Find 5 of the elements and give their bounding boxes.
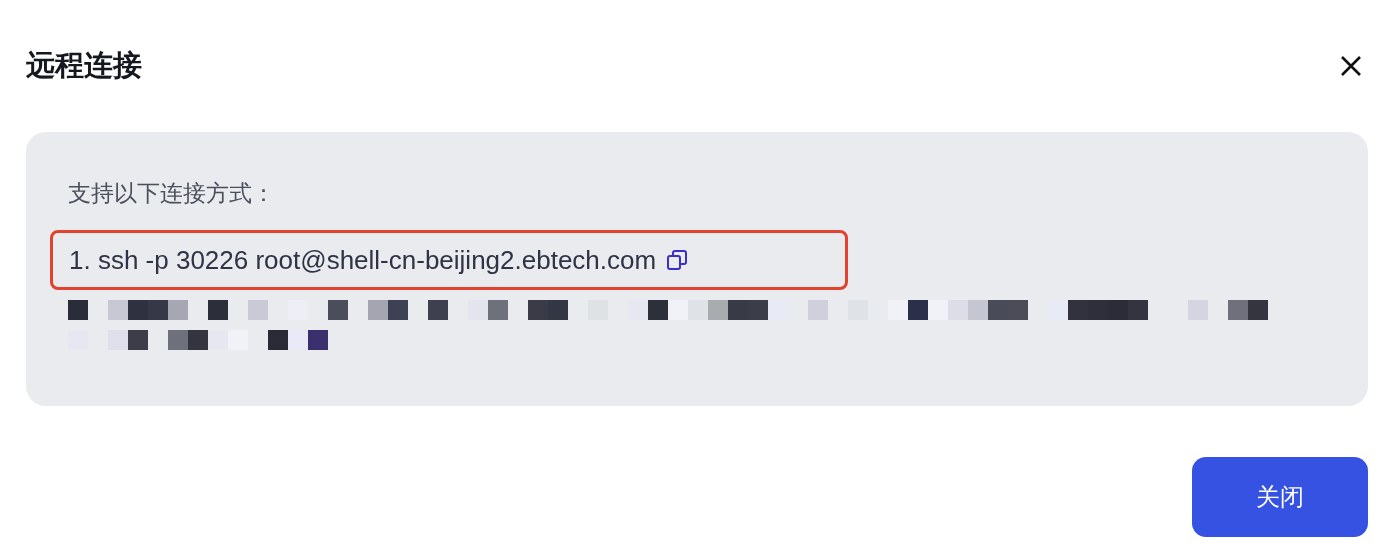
close-button[interactable]: 关闭 <box>1192 456 1368 537</box>
copy-icon[interactable] <box>666 249 689 271</box>
ssh-command: 1. ssh -p 30226 root@shell-cn-beijing2.ebtech.com <box>69 243 657 277</box>
dialog-title: 远程连接 <box>26 47 142 84</box>
intro-text: 支持以下连接方式： <box>68 178 276 208</box>
